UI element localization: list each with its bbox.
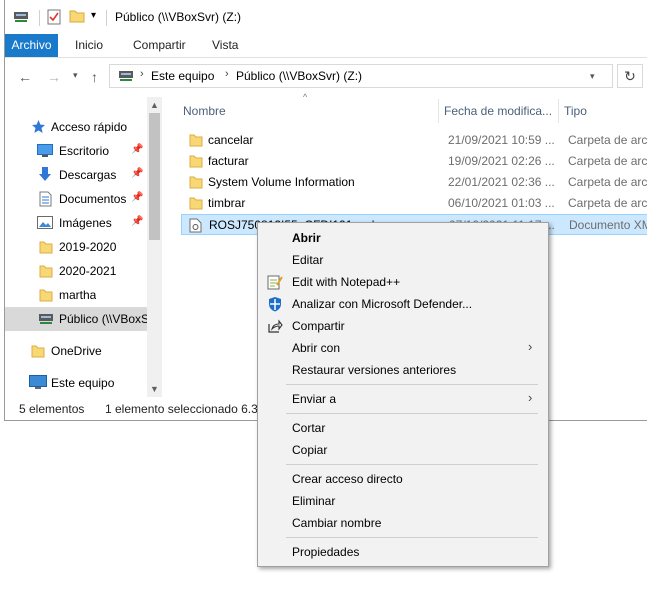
- file-row[interactable]: timbrar 06/10/2021 01:03 ... Carpeta de …: [181, 193, 647, 214]
- column-header-tipo[interactable]: Tipo: [564, 97, 587, 125]
- address-history-icon[interactable]: ▾: [590, 71, 595, 82]
- notepad-icon: [267, 274, 283, 293]
- network-drive-icon: [13, 10, 29, 27]
- pictures-icon: [37, 216, 53, 232]
- pin-icon: 📌: [131, 216, 144, 227]
- up-arrow-icon[interactable]: ↑: [91, 69, 98, 85]
- menu-separator: [286, 537, 538, 538]
- defender-icon: [267, 296, 283, 315]
- item-count: 5 elementos: [19, 402, 85, 416]
- nav-item-publico-vboxsvr[interactable]: Público (\\VBoxSvr): [5, 307, 147, 331]
- separator: [39, 10, 40, 26]
- tab-vista[interactable]: Vista: [212, 34, 238, 57]
- recent-locations-icon[interactable]: ▾: [73, 70, 78, 81]
- star-icon: [31, 119, 46, 137]
- folder-icon: [189, 197, 203, 213]
- menu-item-edit-with-notepad[interactable]: Edit with Notepad++: [258, 271, 548, 293]
- column-divider[interactable]: [558, 99, 559, 123]
- selection-info: 1 elemento seleccionado 6.3: [105, 402, 258, 416]
- nav-item-escritorio[interactable]: Escritorio 📌: [5, 139, 147, 163]
- nav-item-martha[interactable]: martha: [5, 283, 147, 307]
- file-row[interactable]: facturar 19/09/2021 02:26 ... Carpeta de…: [181, 151, 647, 172]
- folder-icon: [31, 344, 45, 361]
- address-bar[interactable]: › Este equipo › Público (\\VBoxSvr) (Z:)…: [109, 64, 613, 88]
- new-folder-icon[interactable]: [69, 9, 85, 26]
- menu-item-analizar-defender[interactable]: Analizar con Microsoft Defender...: [258, 293, 548, 315]
- separator: [106, 10, 107, 26]
- back-arrow-icon[interactable]: ←: [18, 69, 32, 85]
- folder-icon: [189, 134, 203, 150]
- nav-item-2019-2020[interactable]: 2019-2020: [5, 235, 147, 259]
- chevron-right-icon: ›: [528, 339, 533, 354]
- file-row[interactable]: cancelar 21/09/2021 10:59 ... Carpeta de…: [181, 130, 647, 151]
- title-bar: ▾ Público (\\VBoxSvr) (Z:): [5, 0, 647, 34]
- folder-icon: [39, 240, 53, 257]
- ribbon: Archivo Inicio Compartir Vista: [5, 34, 647, 58]
- scroll-down-arrow-icon[interactable]: ▼: [150, 384, 159, 394]
- folder-icon: [189, 155, 203, 171]
- context-menu: Abrir Editar Edit with Notepad++ Analiza…: [257, 222, 549, 567]
- address-row: ← → ▾ ↑ › Este equipo › Público (\\VBoxS…: [5, 57, 647, 97]
- menu-separator: [286, 413, 538, 414]
- menu-item-crear-acceso-directo[interactable]: Crear acceso directo: [258, 468, 548, 490]
- menu-item-abrir[interactable]: Abrir: [258, 227, 548, 249]
- menu-item-editar[interactable]: Editar: [258, 249, 548, 271]
- menu-item-enviar-a[interactable]: Enviar a ›: [258, 388, 548, 410]
- share-icon: [267, 318, 283, 337]
- chevron-right-icon: ›: [528, 390, 533, 405]
- nav-item-imagenes[interactable]: Imágenes 📌: [5, 211, 147, 235]
- folder-icon: [39, 288, 53, 305]
- customize-toolbar-icon[interactable]: ▾: [91, 10, 96, 21]
- navigation-pane: Acceso rápido Escritorio 📌 Descargas 📌 D…: [5, 97, 163, 397]
- scroll-up-arrow-icon[interactable]: ▲: [150, 100, 159, 110]
- column-header-fecha[interactable]: Fecha de modifica...: [444, 97, 552, 125]
- tab-compartir[interactable]: Compartir: [133, 34, 186, 57]
- nav-item-2020-2021[interactable]: 2020-2021: [5, 259, 147, 283]
- menu-item-compartir[interactable]: Compartir: [258, 315, 548, 337]
- desktop-icon: [37, 144, 53, 160]
- sort-ascending-icon: ^: [303, 92, 308, 102]
- menu-separator: [286, 384, 538, 385]
- refresh-button[interactable]: ↻: [617, 64, 643, 88]
- nav-item-este-equipo[interactable]: Este equipo: [5, 371, 147, 395]
- pin-icon: 📌: [131, 168, 144, 179]
- file-row[interactable]: System Volume Information 22/01/2021 02:…: [181, 172, 647, 193]
- document-icon: [39, 191, 52, 210]
- menu-item-cambiar-nombre[interactable]: Cambiar nombre: [258, 512, 548, 534]
- nav-scrollbar[interactable]: ▲ ▼: [147, 97, 162, 397]
- menu-item-copiar[interactable]: Copiar: [258, 439, 548, 461]
- network-drive-icon: [118, 70, 134, 86]
- refresh-icon: ↻: [624, 68, 636, 84]
- window-title: Público (\\VBoxSvr) (Z:): [115, 10, 242, 24]
- nav-item-onedrive[interactable]: OneDrive: [5, 339, 147, 363]
- network-drive-icon: [38, 313, 54, 329]
- breadcrumb-separator[interactable]: ›: [140, 68, 144, 80]
- scroll-thumb[interactable]: [149, 113, 160, 240]
- breadcrumb-publico[interactable]: Público (\\VBoxSvr) (Z:): [236, 69, 362, 83]
- column-header-nombre[interactable]: Nombre: [183, 97, 226, 125]
- tab-archivo[interactable]: Archivo: [5, 34, 58, 57]
- nav-item-descargas[interactable]: Descargas 📌: [5, 163, 147, 187]
- menu-item-propiedades[interactable]: Propiedades: [258, 541, 548, 563]
- menu-item-restaurar-versiones[interactable]: Restaurar versiones anteriores: [258, 359, 548, 381]
- nav-item-acceso-rapido[interactable]: Acceso rápido: [5, 115, 147, 139]
- download-icon: [38, 166, 52, 186]
- xml-file-icon: [189, 218, 202, 236]
- menu-item-eliminar[interactable]: Eliminar: [258, 490, 548, 512]
- nav-item-documentos[interactable]: Documentos 📌: [5, 187, 147, 211]
- breadcrumb-separator[interactable]: ›: [225, 68, 229, 80]
- breadcrumb-este-equipo[interactable]: Este equipo: [151, 69, 214, 83]
- menu-item-cortar[interactable]: Cortar: [258, 417, 548, 439]
- tab-inicio[interactable]: Inicio: [75, 34, 103, 57]
- properties-icon[interactable]: [47, 9, 61, 28]
- folder-icon: [39, 264, 53, 281]
- menu-item-abrir-con[interactable]: Abrir con ›: [258, 337, 548, 359]
- computer-icon: [29, 375, 47, 393]
- menu-separator: [286, 464, 538, 465]
- forward-arrow-icon[interactable]: →: [47, 69, 61, 85]
- pin-icon: 📌: [131, 144, 144, 155]
- column-divider[interactable]: [438, 99, 439, 123]
- pin-icon: 📌: [131, 192, 144, 203]
- folder-icon: [189, 176, 203, 192]
